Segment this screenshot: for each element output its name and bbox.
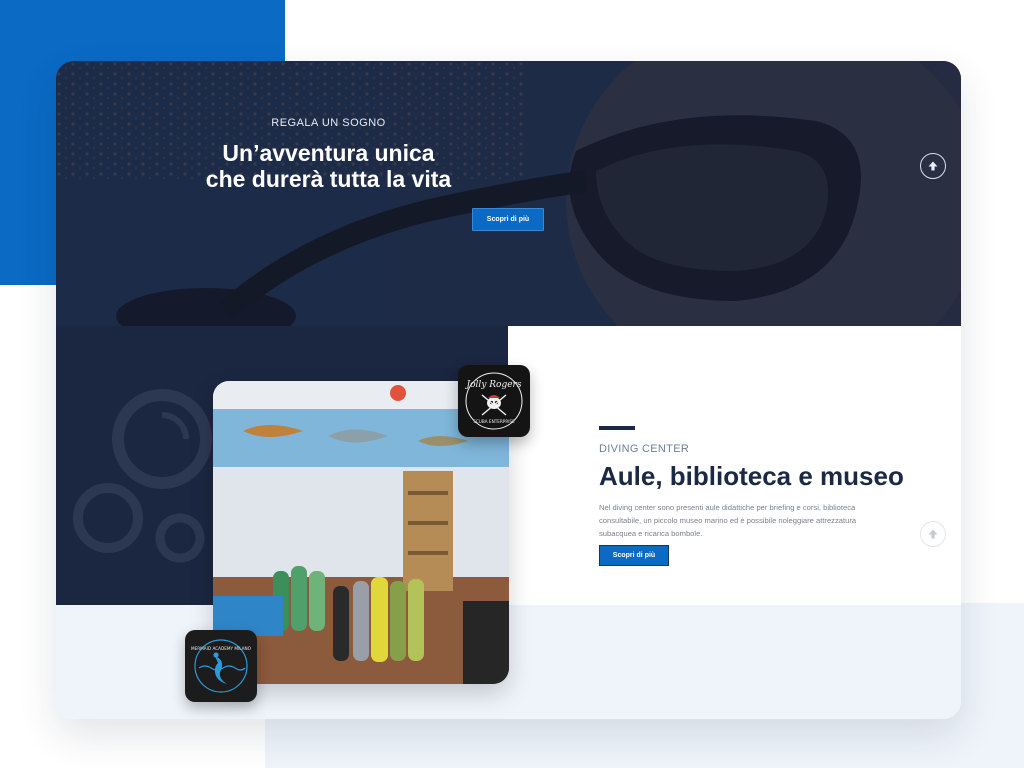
hero-scroll-up-button[interactable] [920,153,946,179]
section-title: Aule, biblioteca e museo [599,461,904,491]
section-description: Nel diving center sono presenti aule did… [599,503,857,538]
skull-crossed-swords-logo: Jolly Rogers SCUBA ENTERPRISE [465,372,523,430]
jolly-rogers-wordmark: Jolly Rogers [465,380,522,390]
arrow-up-icon [928,529,938,539]
hero-title-line-1: Un’avventura unica [222,140,435,166]
mermaid-academy-wordmark: MERMAID ACADEMY MILANO [191,646,252,651]
hero-section: REGALA UN SOGNO Un’avventura unica che d… [56,61,961,326]
hero-title-line-2: che durerà tutta la vita [205,166,452,192]
hero-overlay [56,61,961,326]
hero-eyebrow: REGALA UN SOGNO [271,117,386,129]
mermaid-logo: MERMAID ACADEMY MILANO [191,639,252,693]
section-discover-button[interactable]: Scopri di più [599,545,669,566]
body-scroll-up-button[interactable] [920,521,946,547]
section-accent-bar [599,426,635,430]
hero-discover-button[interactable]: Scopri di più [472,208,544,231]
section-eyebrow: DIVING CENTER [599,443,690,455]
jolly-rogers-subtitle: SCUBA ENTERPRISE [473,419,515,424]
mermaid-academy-logo: MERMAID ACADEMY MILANO [185,630,257,702]
arrow-up-icon [928,161,938,171]
jolly-rogers-logo: Jolly Rogers SCUBA ENTERPRISE [458,365,530,437]
page-card: REGALA UN SOGNO Un’avventura unica che d… [56,61,961,719]
hero-title: Un’avventura unica che durerà tutta la v… [56,140,601,192]
